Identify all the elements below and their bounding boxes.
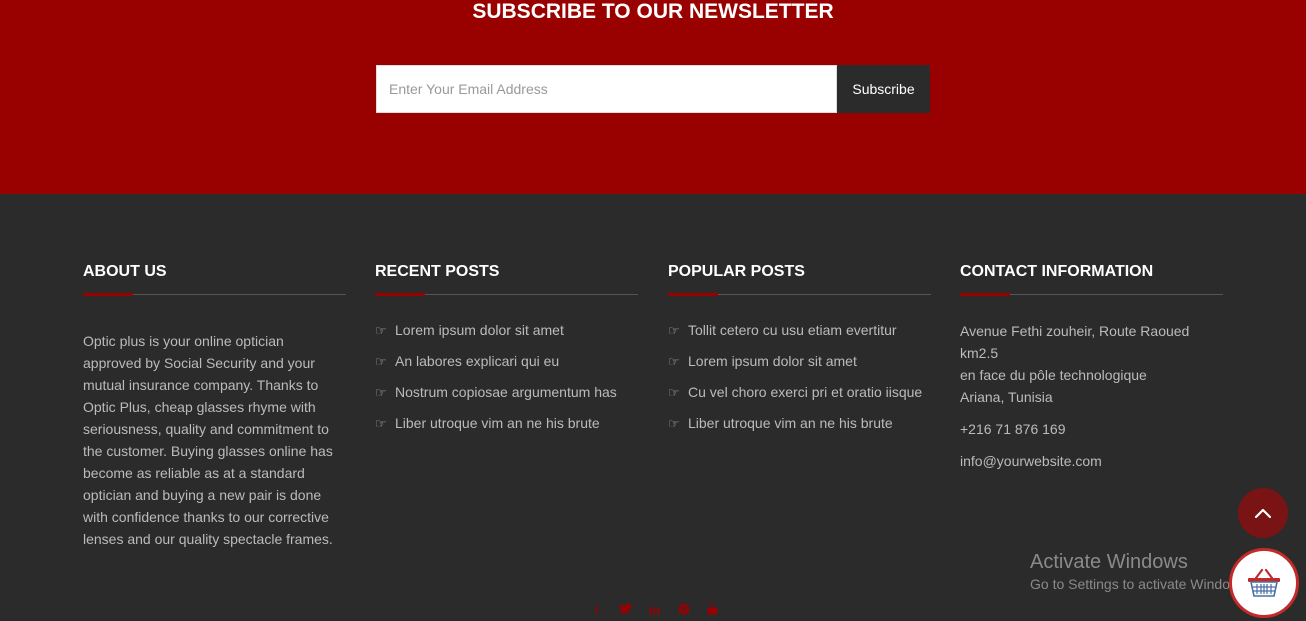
about-divider (83, 293, 346, 296)
popular-post-link[interactable]: Lorem ipsum dolor sit amet (688, 353, 857, 369)
about-column: ABOUT US Optic plus is your online optic… (83, 262, 346, 550)
newsletter-title: SUBSCRIBE TO OUR NEWSLETTER (472, 0, 834, 23)
address-line: Avenue Fethi zouheir, Route Raoued (960, 323, 1190, 339)
hand-pointer-icon: ☞ (668, 323, 680, 338)
recent-post-link[interactable]: Liber utroque vim an ne his brute (395, 415, 600, 431)
about-text: Optic plus is your online optician appro… (83, 333, 333, 547)
youtube-icon[interactable] (704, 600, 721, 621)
pinterest-icon[interactable] (675, 600, 692, 621)
hand-pointer-icon: ☞ (375, 385, 387, 400)
popular-post-link[interactable]: Liber utroque vim an ne his brute (688, 415, 893, 431)
popular-post-item[interactable]: ☞ Lorem ipsum dolor sit amet (668, 351, 931, 372)
newsletter-form: Subscribe (376, 65, 930, 113)
contact-title: CONTACT INFORMATION (960, 263, 1154, 280)
basket-icon (1248, 568, 1280, 597)
address-line: Ariana, Tunisia (960, 389, 1053, 405)
about-title: ABOUT US (83, 263, 167, 280)
contact-divider (960, 293, 1223, 296)
popular-post-link[interactable]: Tollit cetero cu usu etiam evertitur (688, 322, 897, 338)
hand-pointer-icon: ☞ (668, 385, 680, 400)
popular-posts-divider (668, 293, 931, 296)
contact-phone: +216 71 876 169 (960, 421, 1066, 437)
hand-pointer-icon: ☞ (668, 416, 680, 431)
newsletter-section: SUBSCRIBE TO OUR NEWSLETTER Subscribe (0, 0, 1306, 194)
social-links: f in (588, 600, 721, 621)
linkedin-icon[interactable]: in (646, 600, 663, 621)
recent-post-link[interactable]: Nostrum copiosae argumentum has (395, 384, 617, 400)
hand-pointer-icon: ☞ (375, 354, 387, 369)
contact-email[interactable]: info@yourwebsite.com (960, 450, 1223, 472)
recent-posts-title: RECENT POSTS (375, 263, 500, 280)
twitter-icon[interactable] (617, 600, 634, 621)
hand-pointer-icon: ☞ (375, 416, 387, 431)
popular-posts-title: POPULAR POSTS (668, 263, 805, 280)
hand-pointer-icon: ☞ (668, 354, 680, 369)
recent-posts-divider (375, 293, 638, 296)
watermark-subtitle: Go to Settings to activate Windows. (1030, 576, 1251, 592)
recent-post-link[interactable]: An labores explicari qui eu (395, 353, 559, 369)
recent-post-item[interactable]: ☞ Nostrum copiosae argumentum has (375, 382, 638, 403)
windows-activation-watermark: Activate Windows Go to Settings to activ… (1030, 550, 1251, 594)
contact-address: Avenue Fethi zouheir, Route Raoued km2.5… (960, 320, 1223, 408)
chevron-up-icon (1255, 508, 1271, 518)
recent-posts-list: ☞ Lorem ipsum dolor sit amet ☞ An labores … (375, 320, 638, 434)
address-line: en face du pôle technologique (960, 367, 1147, 383)
email-input[interactable] (376, 65, 837, 113)
recent-post-item[interactable]: ☞ Liber utroque vim an ne his brute (375, 413, 638, 434)
subscribe-button[interactable]: Subscribe (837, 65, 930, 113)
watermark-title: Activate Windows (1030, 551, 1188, 573)
recent-posts-column: RECENT POSTS ☞ Lorem ipsum dolor sit amet… (375, 262, 638, 444)
back-to-top-button[interactable] (1238, 488, 1288, 538)
popular-post-item[interactable]: ☞ Liber utroque vim an ne his brute (668, 413, 931, 434)
popular-post-item[interactable]: ☞ Tollit cetero cu usu etiam evertitur (668, 320, 931, 341)
recent-post-link[interactable]: Lorem ipsum dolor sit amet (395, 322, 564, 338)
contact-column: CONTACT INFORMATION Avenue Fethi zouheir… (960, 262, 1223, 472)
popular-posts-list: ☞ Tollit cetero cu usu etiam evertitur ☞ L… (668, 320, 931, 434)
popular-post-link[interactable]: Cu vel choro exerci pri et oratio iisque (688, 384, 922, 400)
cart-button[interactable] (1229, 548, 1299, 618)
popular-post-item[interactable]: ☞ Cu vel choro exerci pri et oratio iisqu… (668, 382, 931, 403)
address-line: km2.5 (960, 345, 999, 361)
popular-posts-column: POPULAR POSTS ☞ Tollit cetero cu usu etia… (668, 262, 931, 444)
hand-pointer-icon: ☞ (375, 323, 387, 338)
recent-post-item[interactable]: ☞ An labores explicari qui eu (375, 351, 638, 372)
recent-post-item[interactable]: ☞ Lorem ipsum dolor sit amet (375, 320, 638, 341)
facebook-icon[interactable]: f (588, 600, 605, 621)
